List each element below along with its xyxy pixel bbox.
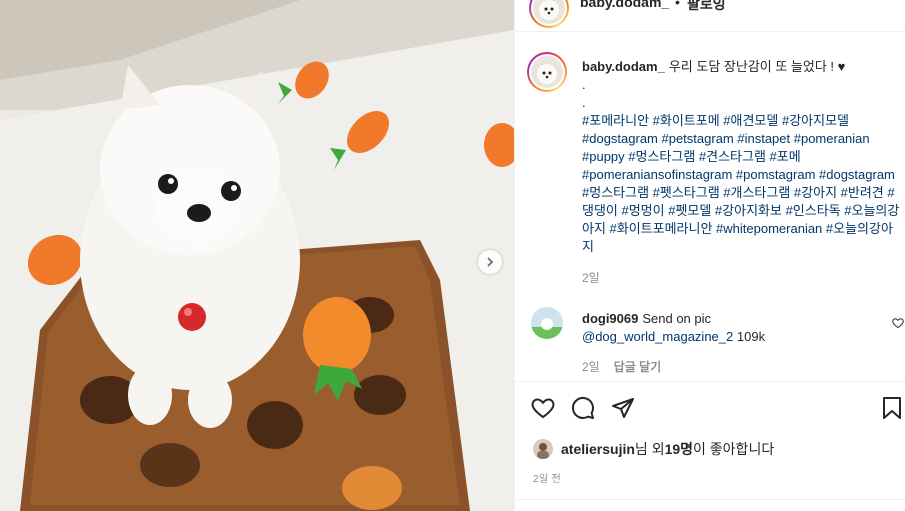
small-heart-icon[interactable] — [892, 316, 904, 334]
caption-dot: . — [582, 95, 586, 110]
comment-icon[interactable] — [571, 396, 595, 425]
comments-section: baby.dodam_ 우리 도담 장난감이 또 늘었다 ! ♥ . . #포메라… — [515, 36, 905, 381]
comment-mention[interactable]: @dog_world_magazine_2 — [582, 329, 733, 344]
caption-hashtags[interactable]: #포메라니안 #화이트포메 #애견모델 #강아지모델 #dogstagram #… — [582, 113, 899, 254]
comment-meta: 2일 답글 달기 — [582, 358, 661, 375]
separator-dot: • — [675, 0, 680, 10]
comment-age: 2일 — [582, 360, 600, 374]
heart-icon[interactable] — [531, 396, 555, 425]
pomeranian-photo — [0, 0, 514, 511]
comment-item: dogi9069 Send on pic @dog_world_magazine_… — [582, 310, 882, 346]
caption-author[interactable]: baby.dodam_ — [582, 59, 665, 74]
post-time: 2일 전 — [533, 474, 561, 485]
post-caption: baby.dodam_ 우리 도담 장난감이 또 늘었다 ! ♥ . . #포메라… — [582, 58, 900, 256]
likes-summary[interactable]: ateliersujin 님 외 19명 이 좋아합니다 — [533, 439, 774, 459]
caption-dot: . — [582, 77, 586, 92]
action-bar: ateliersujin 님 외 19명 이 좋아합니다 2일 전 — [515, 381, 905, 511]
likes-text: 이 좋아합니다 — [693, 441, 775, 457]
post-photo[interactable] — [0, 0, 514, 511]
more-icon[interactable]: ••• — [879, 0, 899, 8]
share-icon[interactable] — [611, 396, 635, 425]
next-arrow-icon — [487, 257, 494, 267]
following-button[interactable]: 팔로잉 — [687, 0, 726, 14]
author-username[interactable]: baby.dodam_ — [580, 0, 669, 10]
next-photo-button[interactable] — [478, 250, 502, 274]
caption-text: 우리 도담 장난감이 또 늘었다 ! ♥ — [668, 59, 846, 74]
caption-age: 2일 — [582, 271, 600, 285]
divider — [515, 499, 905, 500]
likes-text: 님 외 — [634, 441, 665, 457]
reply-button[interactable]: 답글 달기 — [614, 358, 662, 375]
bookmark-icon[interactable] — [881, 396, 903, 425]
caption-avatar[interactable] — [527, 52, 567, 92]
author-avatar[interactable] — [529, 0, 569, 28]
post-side-panel: baby.dodam_ • 팔로잉 ••• baby.dodam_우리 도담 장… — [514, 0, 905, 511]
post-header: baby.dodam_ • 팔로잉 ••• — [515, 0, 905, 32]
comment-author[interactable]: dogi9069 — [582, 311, 638, 326]
liker-username[interactable]: ateliersujin — [561, 441, 635, 457]
comment-count: 109k — [736, 329, 766, 344]
commenter-avatar[interactable] — [531, 307, 563, 339]
likes-count[interactable]: 19명 — [665, 439, 693, 459]
comment-text: Send on pic — [642, 311, 712, 326]
liker-avatar[interactable] — [533, 439, 553, 459]
